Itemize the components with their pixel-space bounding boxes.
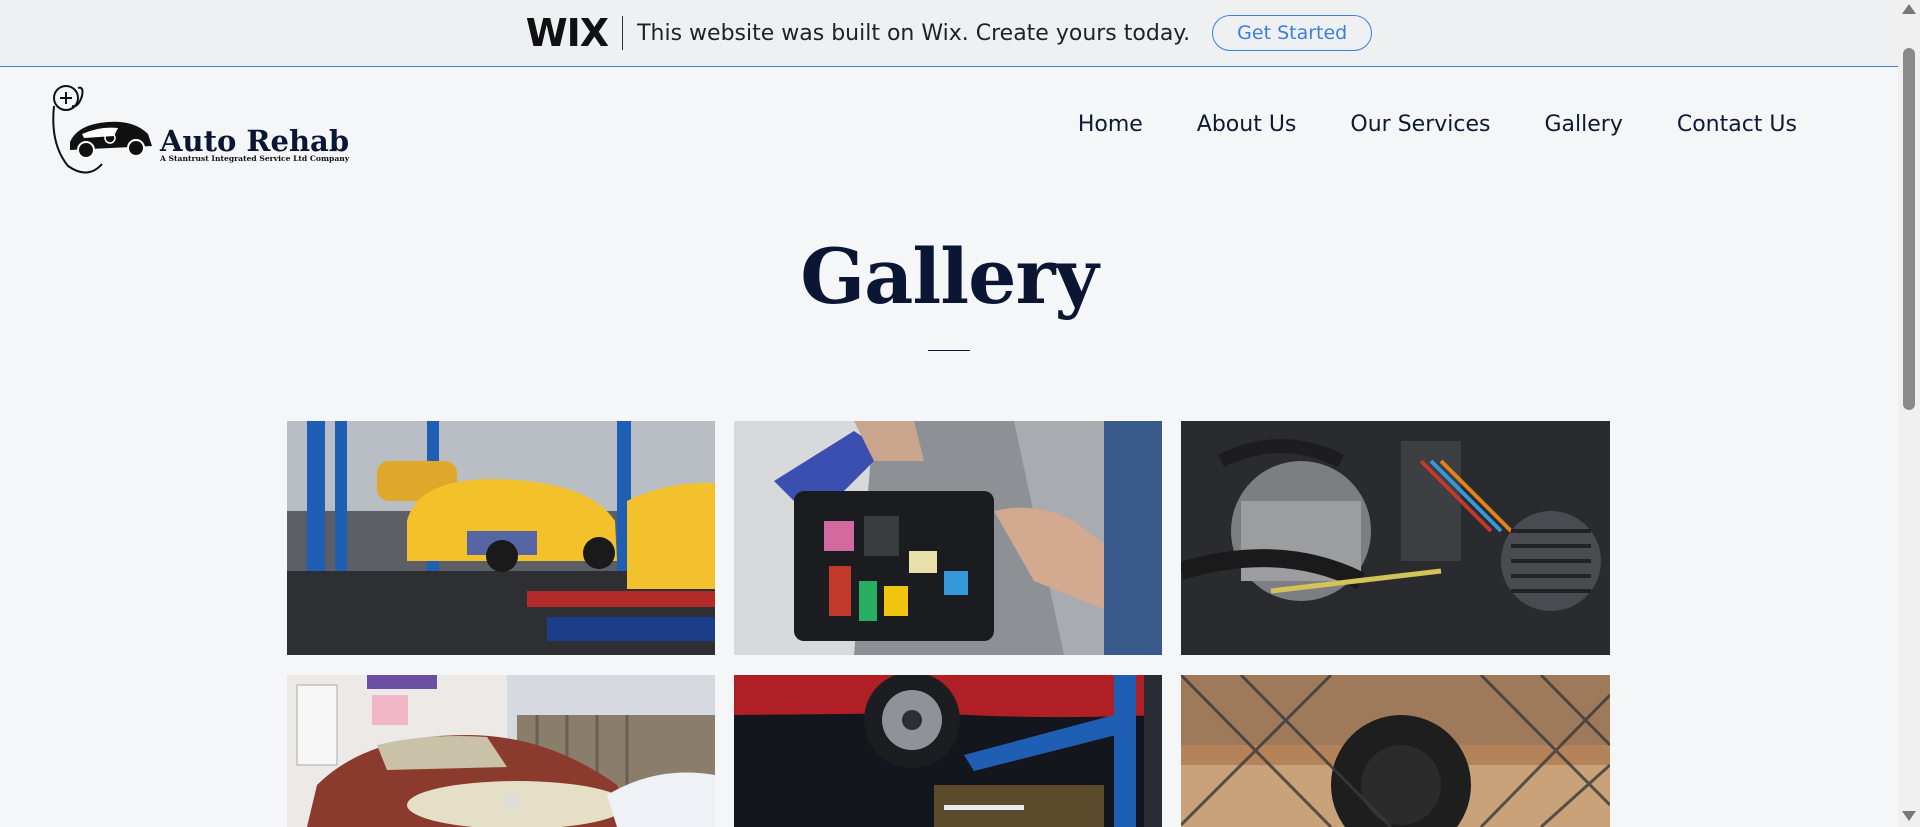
gallery-image-offroad-tire[interactable] — [1181, 675, 1610, 827]
main-nav: Home About Us Our Services Gallery Conta… — [1051, 112, 1824, 137]
logo-name: Auto Rehab — [160, 124, 350, 158]
site-logo[interactable]: Auto Rehab A Stantrust Integrated Servic… — [48, 84, 358, 180]
title-divider — [928, 350, 970, 351]
nav-contact-us[interactable]: Contact Us — [1650, 112, 1824, 137]
logo-tagline: A Stantrust Integrated Service Ltd Compa… — [160, 154, 350, 163]
wix-banner: WIX This website was built on Wix. Creat… — [0, 0, 1898, 67]
get-started-button[interactable]: Get Started — [1212, 15, 1373, 51]
nav-gallery[interactable]: Gallery — [1517, 112, 1649, 137]
scroll-thumb[interactable] — [1903, 48, 1915, 410]
banner-divider — [622, 16, 624, 50]
page-title: Gallery — [800, 232, 1098, 321]
page-scrollbar[interactable] — [1898, 0, 1920, 827]
nav-home[interactable]: Home — [1051, 112, 1170, 137]
gallery-image-car-lift[interactable] — [734, 675, 1162, 827]
gallery-image-engine-wiring[interactable] — [1181, 421, 1610, 655]
scroll-up-arrow-icon[interactable] — [1902, 4, 1916, 14]
scroll-down-arrow-icon[interactable] — [1902, 811, 1916, 821]
gallery-image-fuse-box[interactable] — [734, 421, 1162, 655]
nav-our-services[interactable]: Our Services — [1323, 112, 1517, 137]
gallery-image-taxi-garage[interactable] — [287, 421, 715, 655]
banner-message: This website was built on Wix. Create yo… — [637, 20, 1191, 46]
wix-logo[interactable]: WIX — [526, 11, 609, 55]
gallery-image-vintage-car[interactable] — [287, 675, 715, 827]
nav-about-us[interactable]: About Us — [1170, 112, 1324, 137]
